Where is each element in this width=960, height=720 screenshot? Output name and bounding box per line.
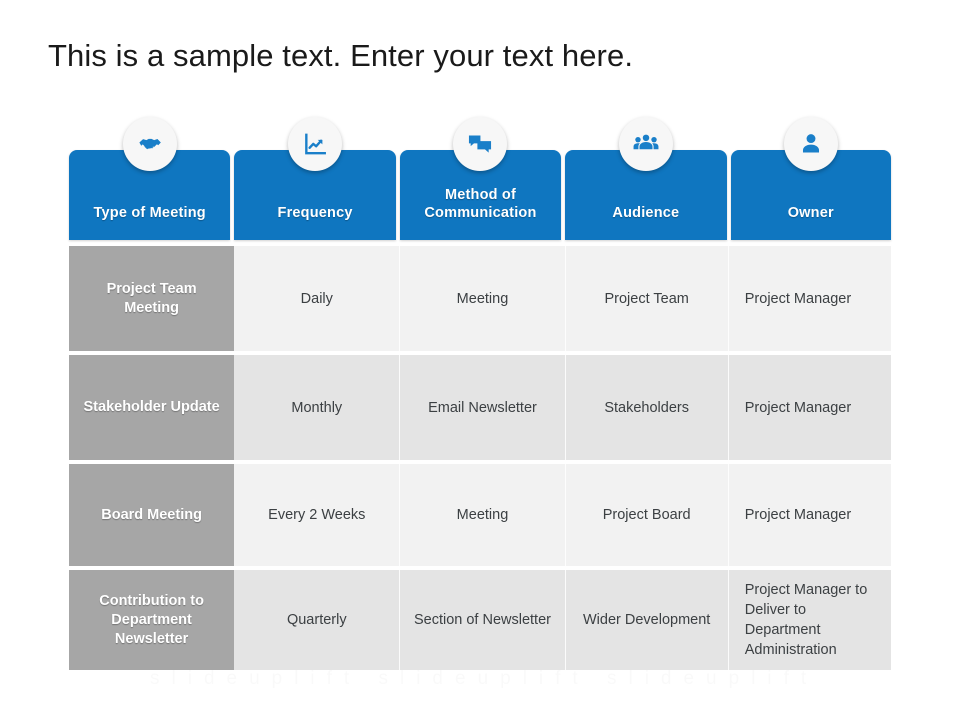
cell-owner: Project Manager to Deliver to Department…: [727, 570, 891, 670]
column-header-method-of-communication[interactable]: Method of Communication: [399, 117, 562, 240]
page-title: This is a sample text. Enter your text h…: [48, 38, 634, 73]
cell-owner: Project Manager: [727, 355, 891, 460]
cell-audience: Wider Development: [564, 570, 728, 670]
cell-owner: Project Manager: [727, 246, 891, 351]
person-icon: [783, 117, 838, 171]
people-group-icon: [618, 117, 673, 171]
cell-type-of-meeting: Board Meeting: [69, 464, 235, 566]
handshake-icon: [122, 117, 177, 171]
cell-owner: Project Manager: [727, 464, 891, 566]
cell-type-of-meeting: Project Team Meeting: [69, 246, 235, 351]
column-header-label: Owner: [787, 205, 834, 221]
cell-type-of-meeting: Contribution to Department Newsletter: [69, 570, 235, 670]
column-header-label: Method of Communication: [424, 187, 537, 221]
line-chart-icon: [288, 117, 343, 171]
column-header-owner[interactable]: Owner: [730, 117, 891, 240]
table-row: Project Team Meeting Daily Meeting Proje…: [69, 246, 891, 351]
watermark: slideuplift slideuplift slideuplift: [150, 668, 830, 694]
cell-frequency: Every 2 Weeks: [234, 464, 400, 566]
cell-method: Meeting: [399, 464, 565, 566]
cell-method: Email Newsletter: [399, 355, 565, 460]
table-row: Stakeholder Update Monthly Email Newslet…: [69, 355, 891, 460]
column-header-label: Type of Meeting: [93, 205, 206, 221]
column-header-label: Frequency: [277, 205, 353, 221]
column-header-type-of-meeting[interactable]: Type of Meeting: [69, 117, 231, 240]
chat-bubbles-icon: [453, 117, 508, 171]
cell-method: Meeting: [399, 246, 565, 351]
cell-frequency: Daily: [234, 246, 400, 351]
communication-plan-table: Type of Meeting Frequency Method of Comm…: [69, 117, 891, 670]
table-row: Contribution to Department Newsletter Qu…: [69, 570, 891, 670]
cell-audience: Stakeholders: [564, 355, 728, 460]
cell-frequency: Quarterly: [234, 570, 400, 670]
cell-frequency: Monthly: [234, 355, 400, 460]
table-header-row: Type of Meeting Frequency Method of Comm…: [69, 117, 891, 240]
cell-type-of-meeting: Stakeholder Update: [69, 355, 235, 460]
cell-audience: Project Team: [564, 246, 728, 351]
cell-method: Section of Newsletter: [399, 570, 565, 670]
column-header-frequency[interactable]: Frequency: [234, 117, 396, 240]
cell-audience: Project Board: [564, 464, 728, 566]
column-header-label: Audience: [612, 205, 680, 221]
column-header-audience[interactable]: Audience: [565, 117, 727, 240]
table-row: Board Meeting Every 2 Weeks Meeting Proj…: [69, 464, 891, 566]
